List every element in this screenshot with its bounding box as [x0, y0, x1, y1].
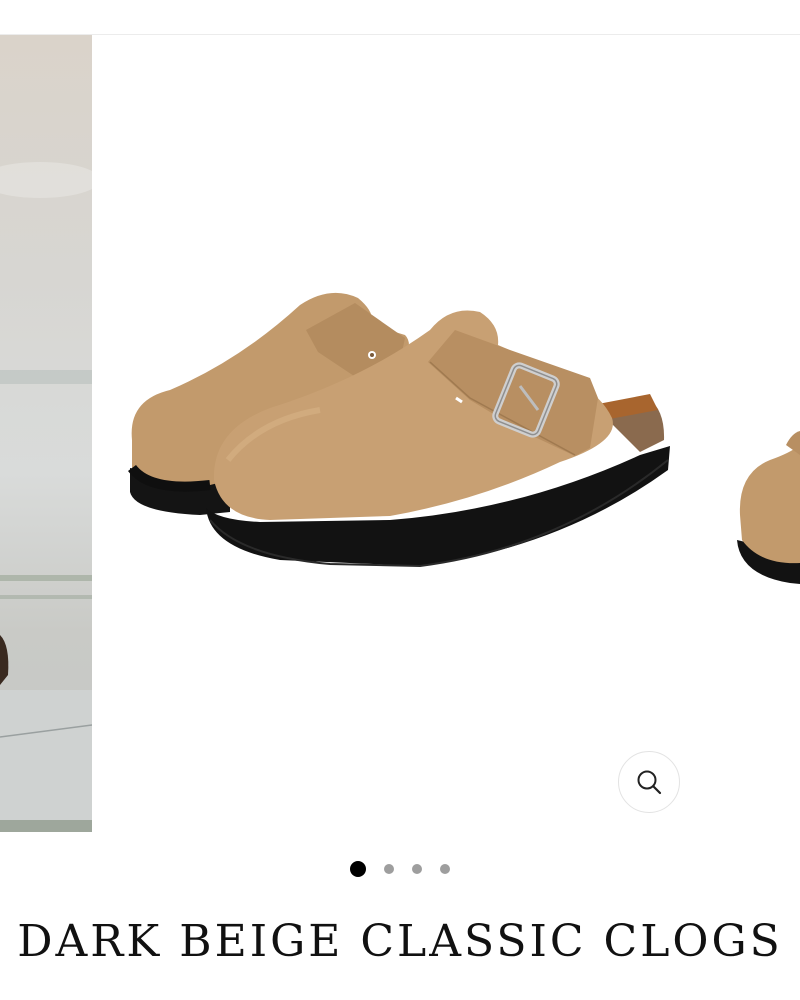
product-photo-next: [737, 431, 800, 584]
product-title: DARK BEIGE CLASSIC CLOGS: [17, 916, 783, 967]
product-image-carousel[interactable]: [0, 35, 800, 832]
pagination-dot-2[interactable]: [384, 864, 394, 874]
pagination-dot-3[interactable]: [412, 864, 422, 874]
main-slide-image[interactable]: [93, 35, 800, 832]
top-bar: [0, 0, 800, 35]
next-slide-image[interactable]: [730, 375, 800, 615]
previous-slide-image[interactable]: [0, 35, 92, 832]
pagination-dot-4[interactable]: [440, 864, 450, 874]
magnifier-icon: [637, 770, 662, 795]
pagination-dot-1[interactable]: [350, 861, 366, 877]
carousel-pagination: [0, 860, 800, 878]
lifestyle-photo: [0, 35, 92, 832]
zoom-button[interactable]: [618, 751, 680, 813]
clogs-product-photo: [128, 292, 670, 568]
